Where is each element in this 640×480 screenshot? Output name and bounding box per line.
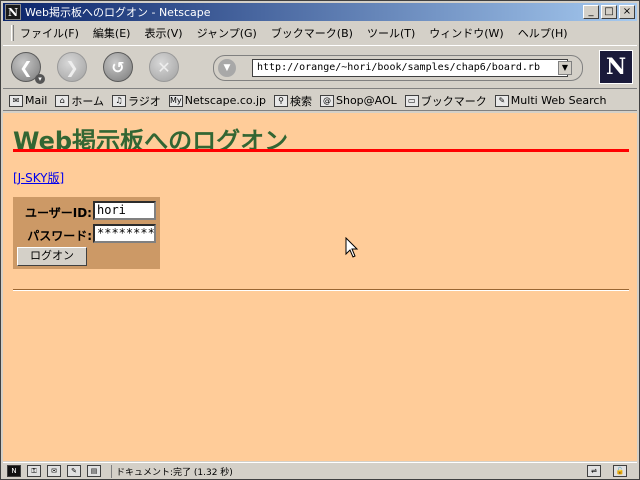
- login-form: ユーザーID: hori パスワード: ******** ログオン: [13, 197, 160, 269]
- pb-radio[interactable]: ♫ ラジオ: [112, 93, 161, 109]
- personal-toolbar: ✉ Mail ⌂ ホーム ♫ ラジオ My Netscape.co.jp ⚲ 検索 @ Sh…: [3, 91, 637, 111]
- music-note-icon: ♫: [112, 94, 127, 107]
- stop-button[interactable]: ✕: [149, 52, 179, 82]
- netscape-status-icon[interactable]: N: [7, 465, 21, 477]
- url-bar: ▼ http://orange/~hori/book/samples/chap6…: [213, 55, 583, 81]
- user-row: ユーザーID: hori: [13, 199, 160, 221]
- magnifier-icon: ⚲: [274, 94, 288, 107]
- menu-view[interactable]: 表示(V): [144, 25, 182, 41]
- pb-home[interactable]: ⌂ ホーム: [55, 93, 104, 109]
- heading-rule: [13, 149, 629, 152]
- password-row: パスワード: ********: [13, 222, 160, 244]
- menu-file[interactable]: ファイル(F): [20, 25, 79, 41]
- mouse-cursor-icon: [345, 237, 359, 258]
- forward-button[interactable]: ❯: [57, 52, 87, 82]
- status-text: ドキュメント:完了 (1.32 秒): [111, 464, 233, 478]
- url-history-dropdown-icon[interactable]: ▼: [558, 61, 572, 75]
- pb-search[interactable]: ⚲ 検索: [274, 93, 312, 109]
- logon-button[interactable]: ログオン: [17, 247, 87, 266]
- status-bar: N ⚿ ✉ ✎ ▤ ドキュメント:完了 (1.32 秒) ⇌ 🔓: [3, 462, 637, 479]
- netscape-icon: N: [5, 4, 21, 20]
- pb-shop-label: Shop@AOL: [336, 94, 397, 107]
- composer-icon[interactable]: ✎: [67, 465, 81, 477]
- page-content: Web掲示板へのログオン [J-SKY版] ユーザーID: hori パスワード…: [3, 113, 637, 461]
- menu-bookmarks[interactable]: ブックマーク(B): [271, 25, 353, 41]
- folder-icon: ▭: [404, 94, 419, 107]
- reload-button[interactable]: ↺: [103, 52, 133, 82]
- pb-netscape-label: Netscape.co.jp: [184, 94, 266, 107]
- maximize-button[interactable]: □: [601, 5, 617, 19]
- status-right: ⇌ 🔓: [587, 465, 633, 477]
- user-id-input[interactable]: hori: [93, 201, 156, 220]
- pb-bookmarks-label: ブックマーク: [420, 94, 487, 108]
- browser-window: N Web掲示板へのログオン - Netscape _ □ × ファイル(F) …: [0, 0, 640, 480]
- title-bar[interactable]: N Web掲示板へのログオン - Netscape _ □ ×: [3, 3, 637, 21]
- pb-mail[interactable]: ✉ Mail: [9, 94, 47, 107]
- page-menu-icon[interactable]: ▼: [218, 59, 236, 77]
- pb-multisearch[interactable]: ✎ Multi Web Search: [494, 94, 607, 107]
- my-netscape-icon: My: [168, 94, 183, 107]
- menu-help[interactable]: ヘルプ(H): [518, 25, 568, 41]
- security-icon[interactable]: ⚿: [27, 465, 41, 477]
- stop-icon: ✕: [157, 57, 171, 77]
- menu-tools[interactable]: ツール(T): [367, 25, 415, 41]
- user-id-label: ユーザーID:: [25, 206, 92, 220]
- mail-icon: ✉: [9, 94, 23, 107]
- menu-edit[interactable]: 編集(E): [93, 25, 131, 41]
- password-input[interactable]: ********: [93, 224, 156, 243]
- navigation-toolbar: ❮ ▾ ❯ ↺ ✕ ▼ http://orange/~hori/book/sam…: [3, 45, 637, 89]
- menu-window[interactable]: ウィンドウ(W): [429, 25, 503, 41]
- menu-go[interactable]: ジャンプ(G): [197, 25, 257, 41]
- window-title: Web掲示板へのログオン - Netscape: [25, 6, 211, 19]
- back-button[interactable]: ❮ ▾: [11, 52, 45, 84]
- pb-shop[interactable]: @ Shop@AOL: [320, 94, 397, 107]
- jsky-link[interactable]: [J-SKY版]: [13, 169, 64, 186]
- pb-netscape[interactable]: My Netscape.co.jp: [168, 94, 266, 107]
- online-status-icon[interactable]: ⇌: [587, 465, 601, 477]
- toolbar-grip[interactable]: [11, 25, 14, 41]
- reload-icon: ↺: [111, 57, 125, 77]
- close-button[interactable]: ×: [619, 5, 635, 19]
- address-book-icon[interactable]: ▤: [87, 465, 101, 477]
- window-controls: _ □ ×: [583, 5, 635, 19]
- netscape-throbber-icon[interactable]: N: [599, 50, 633, 84]
- url-input[interactable]: http://orange/~hori/book/samples/chap6/b…: [252, 59, 568, 77]
- lock-icon[interactable]: 🔓: [613, 465, 627, 477]
- mail-status-icon[interactable]: ✉: [47, 465, 61, 477]
- aol-icon: @: [320, 94, 334, 107]
- pin-icon: ✎: [494, 94, 509, 107]
- pb-multisearch-label: Multi Web Search: [510, 94, 607, 107]
- forward-arrow-icon: ❯: [65, 57, 79, 77]
- password-label: パスワード:: [27, 229, 92, 243]
- pb-search-label: 検索: [290, 94, 312, 108]
- horizontal-rule: [13, 289, 629, 291]
- pb-bookmarks[interactable]: ▭ ブックマーク: [404, 93, 487, 109]
- back-history-dropdown-icon[interactable]: ▾: [35, 74, 45, 84]
- back-arrow-icon: ❮: [19, 57, 33, 77]
- menu-bar: ファイル(F) 編集(E) 表示(V) ジャンプ(G) ブックマーク(B) ツー…: [3, 23, 637, 43]
- pb-radio-label: ラジオ: [128, 94, 161, 108]
- pb-mail-label: Mail: [25, 94, 48, 107]
- pb-home-label: ホーム: [71, 94, 105, 108]
- home-icon: ⌂: [55, 94, 70, 107]
- minimize-button[interactable]: _: [583, 5, 599, 19]
